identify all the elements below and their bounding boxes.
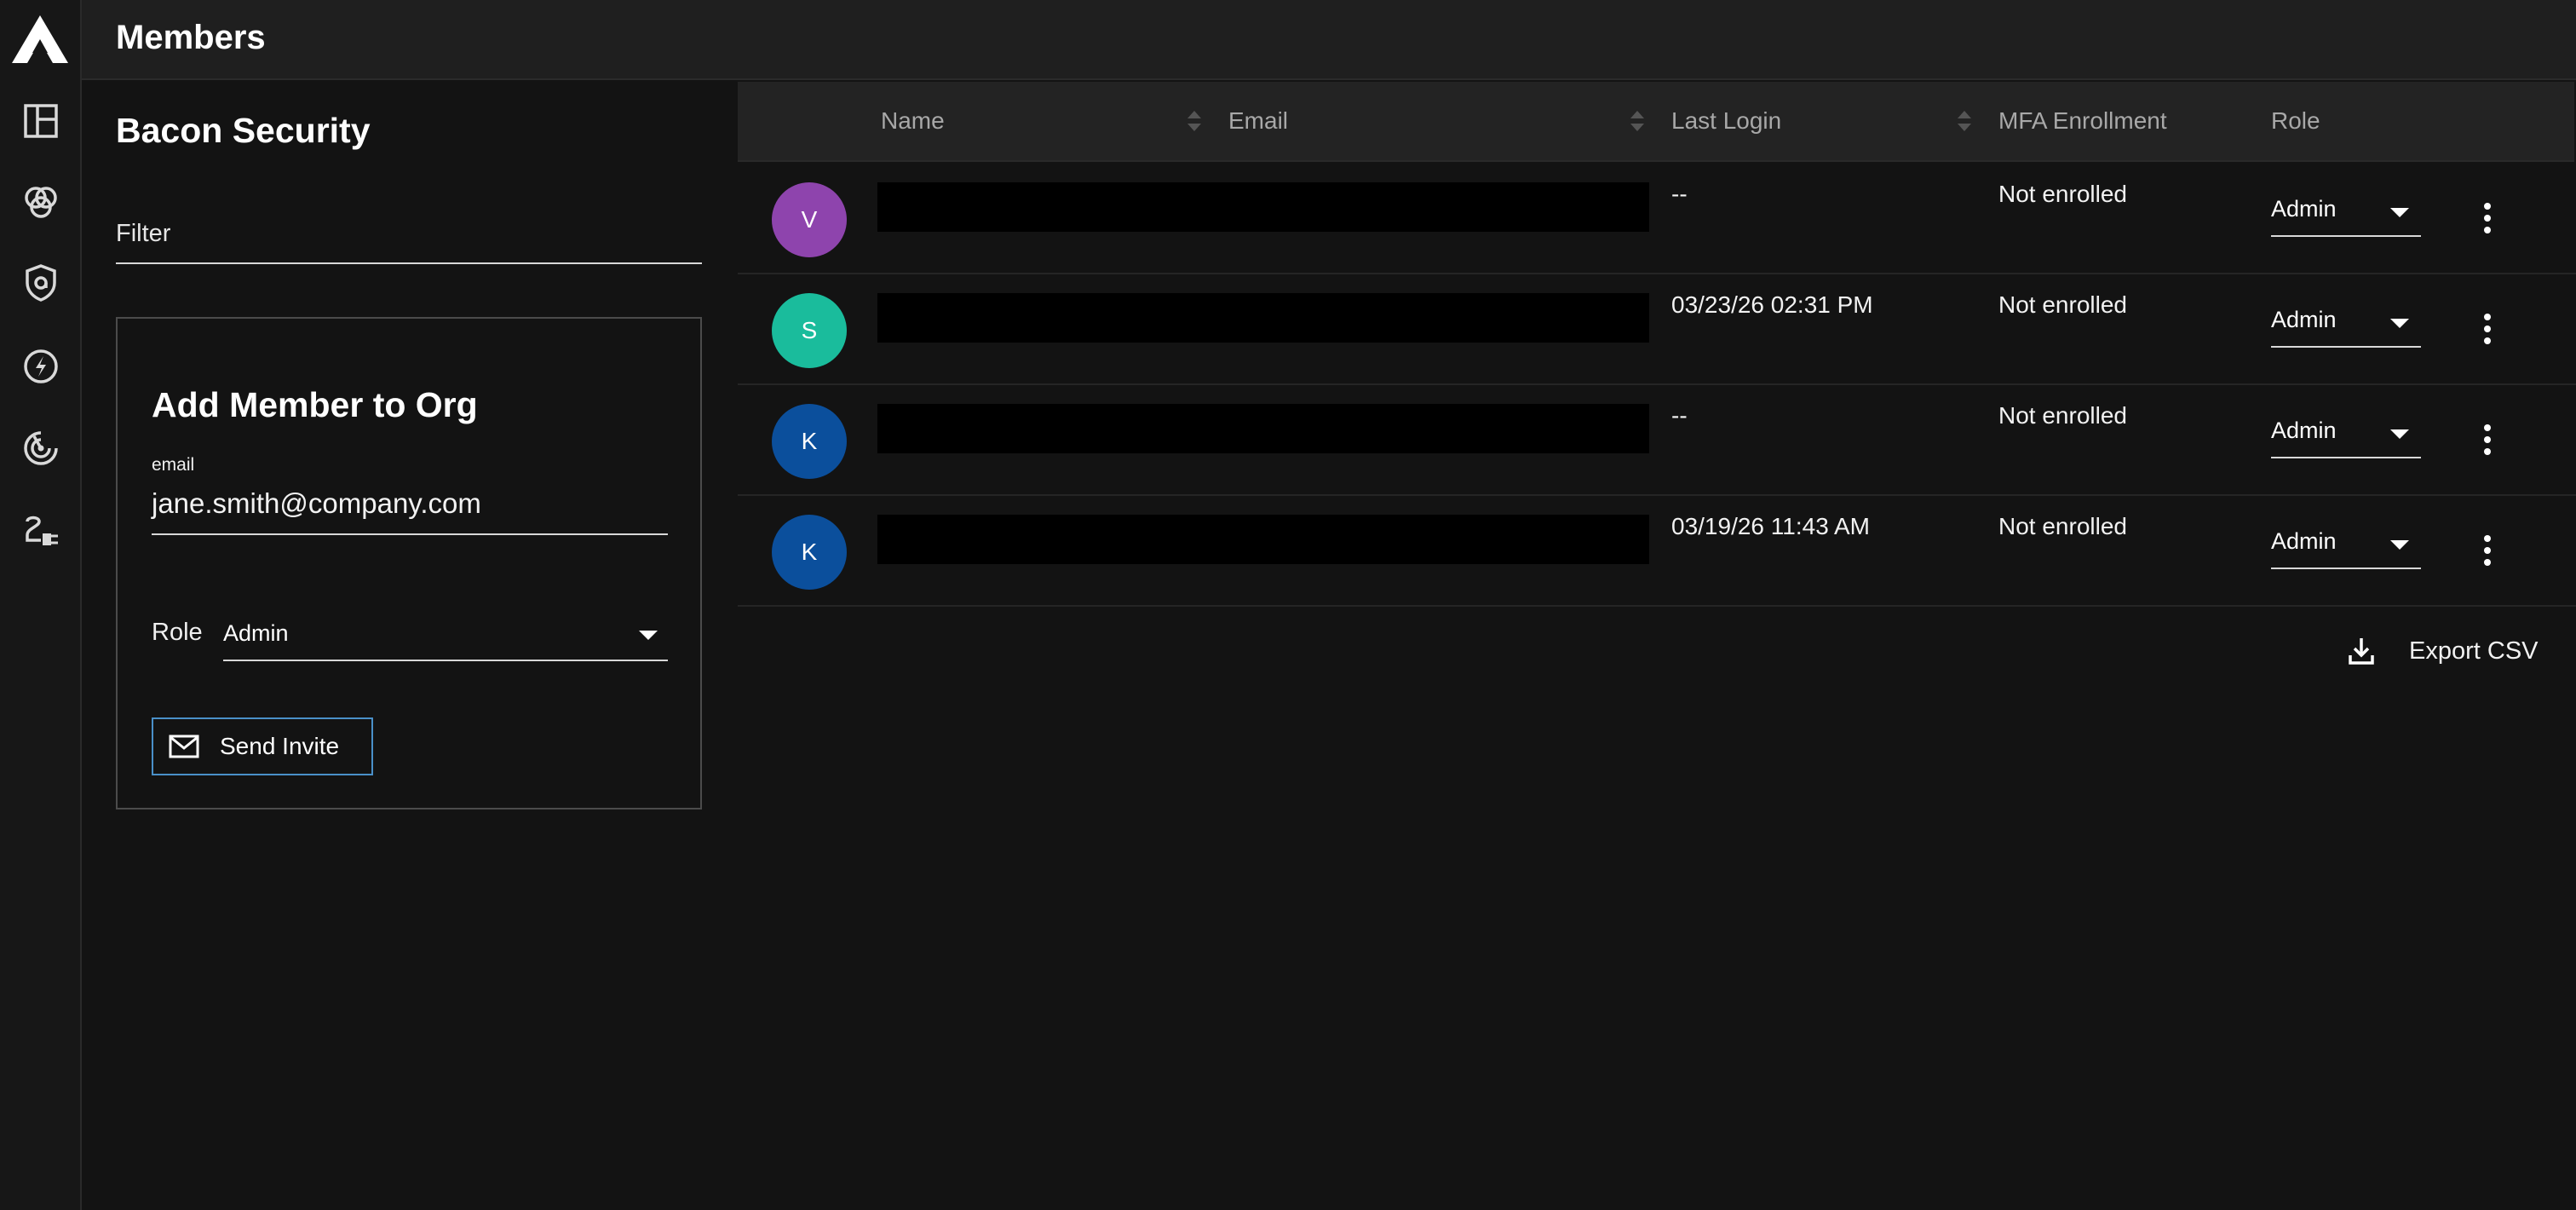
page-title: Members xyxy=(116,19,266,56)
mfa-status: Not enrolled xyxy=(1998,402,2127,429)
send-invite-button[interactable]: Send Invite xyxy=(152,717,373,775)
chevron-down-icon xyxy=(2390,319,2409,328)
filter-label: Filter xyxy=(116,220,171,247)
role-select-value: Admin xyxy=(223,620,289,646)
download-icon xyxy=(2349,638,2374,665)
lightning-icon[interactable] xyxy=(20,346,61,387)
row-role-value: Admin xyxy=(2271,196,2337,222)
export-csv-button[interactable]: Export CSV xyxy=(2348,632,2539,670)
redacted-name-email xyxy=(877,404,1649,453)
table-row: K -- Not enrolled Admin xyxy=(738,385,2576,496)
column-header-name[interactable]: Name xyxy=(881,107,945,135)
logo-icon[interactable] xyxy=(10,14,70,65)
org-name: Bacon Security xyxy=(116,111,371,150)
layout-icon[interactable] xyxy=(20,101,61,141)
avatar: K xyxy=(772,404,847,479)
shield-icon[interactable] xyxy=(20,262,61,303)
column-header-mfa: MFA Enrollment xyxy=(1998,107,2167,134)
column-header-role: Role xyxy=(2271,107,2320,134)
table-row: K 03/19/26 11:43 AM Not enrolled Admin xyxy=(738,496,2576,607)
filter-input[interactable]: Filter xyxy=(116,213,702,264)
email-label: email xyxy=(152,455,195,475)
mfa-status: Not enrolled xyxy=(1998,513,2127,539)
column-header-last-login[interactable]: Last Login xyxy=(1671,107,1781,135)
chevron-down-icon xyxy=(2390,208,2409,217)
export-csv-label: Export CSV xyxy=(2409,637,2539,665)
sort-icon[interactable] xyxy=(1186,107,1203,135)
avatar: V xyxy=(772,182,847,257)
email-value: jane.smith@company.com xyxy=(152,487,481,519)
last-login: 03/19/26 11:43 AM xyxy=(1671,513,1870,539)
mfa-status: Not enrolled xyxy=(1998,291,2127,318)
mfa-status: Not enrolled xyxy=(1998,181,2127,207)
row-role-select[interactable]: Admin xyxy=(2271,300,2421,348)
mail-icon xyxy=(169,735,199,758)
sidebar xyxy=(0,0,82,1210)
row-role-select[interactable]: Admin xyxy=(2271,411,2421,458)
avatar: S xyxy=(772,293,847,368)
rings-icon[interactable] xyxy=(20,181,61,222)
sort-icon[interactable] xyxy=(1629,107,1646,135)
more-vert-icon[interactable] xyxy=(2481,533,2494,568)
row-role-value: Admin xyxy=(2271,528,2337,554)
chevron-down-icon xyxy=(2390,429,2409,439)
column-header-email[interactable]: Email xyxy=(1228,107,1288,135)
sort-icon[interactable] xyxy=(1956,107,1973,135)
redacted-name-email xyxy=(877,293,1649,343)
top-bar: Members xyxy=(82,0,2576,80)
role-select[interactable]: Admin xyxy=(223,608,668,661)
row-role-value: Admin xyxy=(2271,418,2337,443)
more-vert-icon[interactable] xyxy=(2481,423,2494,457)
email-field[interactable]: jane.smith@company.com xyxy=(152,479,668,535)
chevron-down-icon xyxy=(639,631,658,640)
more-vert-icon[interactable] xyxy=(2481,312,2494,346)
chevron-down-icon xyxy=(2390,540,2409,550)
table-row: S 03/23/26 02:31 PM Not enrolled Admin xyxy=(738,274,2576,385)
row-role-select[interactable]: Admin xyxy=(2271,521,2421,569)
row-role-select[interactable]: Admin xyxy=(2271,189,2421,237)
last-login: 03/23/26 02:31 PM xyxy=(1671,291,1873,318)
role-label: Role xyxy=(152,619,203,646)
row-role-value: Admin xyxy=(2271,307,2337,332)
redacted-name-email xyxy=(877,182,1649,232)
add-member-title: Add Member to Org xyxy=(152,385,478,424)
table-row: V -- Not enrolled Admin xyxy=(738,164,2576,274)
last-login: -- xyxy=(1671,181,1688,207)
avatar: K xyxy=(772,515,847,590)
table-header: Name Email Last Login MFA Enrollment Rol… xyxy=(738,82,2574,162)
more-vert-icon[interactable] xyxy=(2481,201,2494,235)
radar-icon[interactable] xyxy=(20,428,61,469)
last-login: -- xyxy=(1671,402,1688,429)
send-invite-label: Send Invite xyxy=(220,733,340,759)
add-member-card: Add Member to Org email jane.smith@compa… xyxy=(116,317,702,810)
plug-icon[interactable] xyxy=(20,510,61,550)
redacted-name-email xyxy=(877,515,1649,564)
